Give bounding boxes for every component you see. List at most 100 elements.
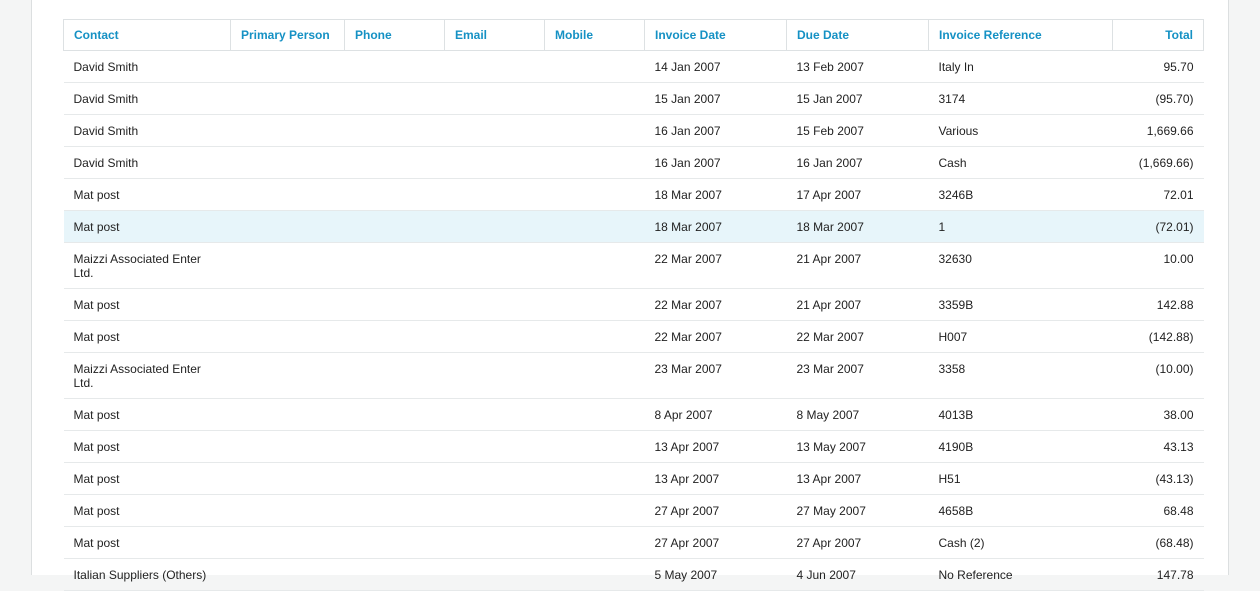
table-row[interactable]: David Smith 16 Jan 2007 15 Feb 2007 Various… — [63, 114, 1204, 147]
table-row[interactable]: Mat post 22 Mar 2007 21 Apr 2007 3359B 142.8… — [63, 288, 1204, 321]
cell-contact: David Smith — [63, 82, 231, 115]
cell-contact: Maizzi Associated Enter Ltd. — [63, 352, 231, 399]
cell-primary-person — [230, 178, 345, 211]
cell-total: (68.48) — [1112, 526, 1204, 559]
table-row[interactable]: Mat post 13 Apr 2007 13 May 2007 4190B 43.13 — [63, 430, 1204, 463]
cell-due-date: 27 Apr 2007 — [786, 526, 929, 559]
cell-primary-person — [230, 288, 345, 321]
cell-mobile — [544, 146, 645, 179]
table-row[interactable]: Mat post 27 Apr 2007 27 Apr 2007 Cash (2) (6… — [63, 526, 1204, 559]
column-header-phone[interactable]: Phone — [344, 19, 445, 51]
cell-invoice-reference: H007 — [928, 320, 1113, 353]
cell-mobile — [544, 242, 645, 289]
cell-invoice-reference: 3174 — [928, 82, 1113, 115]
cell-invoice-date: 22 Mar 2007 — [644, 288, 787, 321]
cell-due-date: 13 Feb 2007 — [786, 50, 929, 83]
cell-phone — [344, 114, 445, 147]
cell-mobile — [544, 82, 645, 115]
table-row[interactable]: Mat post 22 Mar 2007 22 Mar 2007 H007 (142.8… — [63, 320, 1204, 353]
cell-invoice-date: 22 Mar 2007 — [644, 320, 787, 353]
column-header-total[interactable]: Total — [1112, 19, 1204, 51]
cell-mobile — [544, 50, 645, 83]
table-row[interactable]: Maizzi Associated Enter Ltd. 22 Mar 2007 2… — [63, 242, 1204, 289]
cell-due-date: 23 Mar 2007 — [786, 352, 929, 399]
cell-due-date: 22 Mar 2007 — [786, 320, 929, 353]
cell-email — [444, 82, 545, 115]
cell-email — [444, 352, 545, 399]
invoice-table: Contact Primary Person Phone Email Mobil… — [63, 19, 1204, 591]
column-header-mobile[interactable]: Mobile — [544, 19, 645, 51]
column-header-invoice-date[interactable]: Invoice Date — [644, 19, 787, 51]
table-row[interactable]: David Smith 14 Jan 2007 13 Feb 2007 Italy I… — [63, 50, 1204, 83]
cell-email — [444, 398, 545, 431]
cell-email — [444, 320, 545, 353]
cell-primary-person — [230, 352, 345, 399]
column-header-email[interactable]: Email — [444, 19, 545, 51]
cell-invoice-date: 14 Jan 2007 — [644, 50, 787, 83]
cell-primary-person — [230, 398, 345, 431]
cell-contact: Mat post — [63, 430, 231, 463]
cell-contact: Mat post — [63, 320, 231, 353]
cell-due-date: 27 May 2007 — [786, 494, 929, 527]
cell-invoice-reference: 1 — [928, 210, 1113, 243]
cell-total: 43.13 — [1112, 430, 1204, 463]
cell-primary-person — [230, 494, 345, 527]
cell-primary-person — [230, 430, 345, 463]
cell-email — [444, 178, 545, 211]
cell-invoice-reference: 3246B — [928, 178, 1113, 211]
cell-invoice-date: 13 Apr 2007 — [644, 462, 787, 495]
cell-email — [444, 462, 545, 495]
cell-invoice-date: 18 Mar 2007 — [644, 178, 787, 211]
table-row[interactable]: Mat post 13 Apr 2007 13 Apr 2007 H51 (43.13) — [63, 462, 1204, 495]
cell-phone — [344, 146, 445, 179]
cell-invoice-date: 22 Mar 2007 — [644, 242, 787, 289]
cell-primary-person — [230, 114, 345, 147]
table-row[interactable]: Mat post 27 Apr 2007 27 May 2007 4658B 68.48 — [63, 494, 1204, 527]
column-header-contact[interactable]: Contact — [63, 19, 231, 51]
cell-total: 38.00 — [1112, 398, 1204, 431]
cell-phone — [344, 320, 445, 353]
report-panel: Contact Primary Person Phone Email Mobil… — [31, 0, 1229, 591]
column-header-primary-person[interactable]: Primary Person — [230, 19, 345, 51]
cell-invoice-date: 27 Apr 2007 — [644, 494, 787, 527]
cell-total: (43.13) — [1112, 462, 1204, 495]
cell-phone — [344, 430, 445, 463]
cell-invoice-reference: 4190B — [928, 430, 1113, 463]
cell-phone — [344, 526, 445, 559]
cell-invoice-reference: Various — [928, 114, 1113, 147]
cell-due-date: 8 May 2007 — [786, 398, 929, 431]
cell-due-date: 15 Jan 2007 — [786, 82, 929, 115]
cell-invoice-date: 18 Mar 2007 — [644, 210, 787, 243]
cell-phone — [344, 462, 445, 495]
cell-contact: David Smith — [63, 146, 231, 179]
cell-total: (142.88) — [1112, 320, 1204, 353]
cell-invoice-date: 16 Jan 2007 — [644, 114, 787, 147]
table-row[interactable]: Maizzi Associated Enter Ltd. 23 Mar 2007 2… — [63, 352, 1204, 399]
cell-mobile — [544, 288, 645, 321]
table-row[interactable]: David Smith 15 Jan 2007 15 Jan 2007 3174 (95… — [63, 82, 1204, 115]
cell-primary-person — [230, 146, 345, 179]
cell-invoice-reference: 32630 — [928, 242, 1113, 289]
cell-invoice-reference: Italy In — [928, 50, 1113, 83]
table-row[interactable]: David Smith 16 Jan 2007 16 Jan 2007 Cash (1,… — [63, 146, 1204, 179]
cell-invoice-reference: 4658B — [928, 494, 1113, 527]
cell-invoice-date: 16 Jan 2007 — [644, 146, 787, 179]
cell-contact: Mat post — [63, 526, 231, 559]
cell-invoice-date: 27 Apr 2007 — [644, 526, 787, 559]
table-row[interactable]: Mat post 8 Apr 2007 8 May 2007 4013B 38.00 — [63, 398, 1204, 431]
cell-mobile — [544, 352, 645, 399]
cell-invoice-reference: 3358 — [928, 352, 1113, 399]
column-header-invoice-reference[interactable]: Invoice Reference — [928, 19, 1113, 51]
cell-invoice-reference: 3359B — [928, 288, 1113, 321]
cell-email — [444, 494, 545, 527]
table-row[interactable]: Mat post 18 Mar 2007 18 Mar 2007 1 (72.01) — [63, 210, 1204, 243]
cell-due-date: 16 Jan 2007 — [786, 146, 929, 179]
cell-primary-person — [230, 82, 345, 115]
cell-total: 68.48 — [1112, 494, 1204, 527]
cell-contact: Mat post — [63, 398, 231, 431]
cell-primary-person — [230, 526, 345, 559]
table-row[interactable]: Mat post 18 Mar 2007 17 Apr 2007 3246B 72.01 — [63, 178, 1204, 211]
column-header-due-date[interactable]: Due Date — [786, 19, 929, 51]
cell-mobile — [544, 462, 645, 495]
cell-phone — [344, 288, 445, 321]
